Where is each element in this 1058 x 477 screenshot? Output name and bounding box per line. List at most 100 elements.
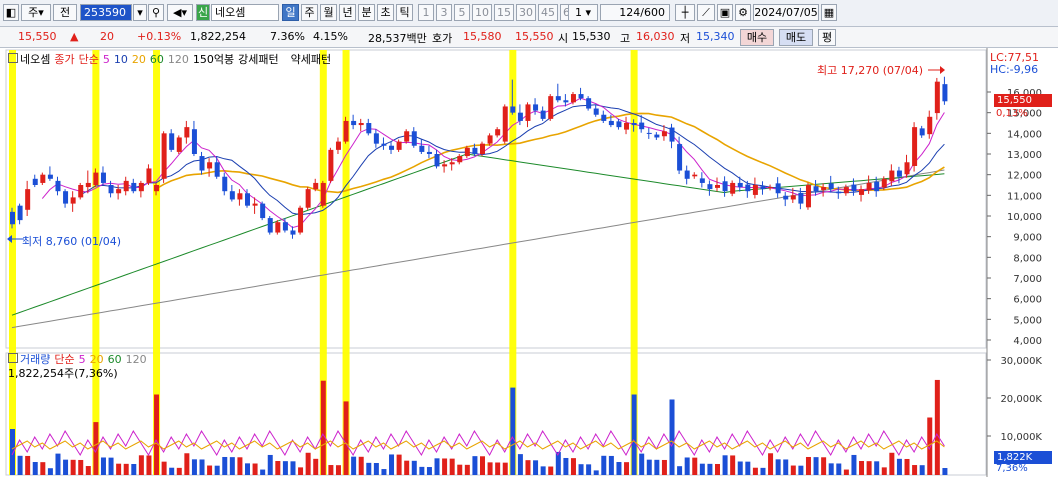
candle-body [654, 134, 660, 138]
volume-bar [169, 467, 175, 475]
minute-button[interactable]: 15 [494, 4, 514, 21]
code-dropdown-icon[interactable]: ▾ [133, 4, 147, 21]
period-button[interactable]: 주 [301, 4, 318, 21]
sound-icon[interactable]: ◀▾ [167, 4, 193, 21]
count-field[interactable]: 124/600 [600, 4, 670, 21]
candle-body [305, 189, 311, 208]
candle-body [684, 170, 690, 179]
volume-bar [866, 461, 872, 475]
highlight-band [9, 50, 16, 475]
volume-bar [889, 452, 895, 475]
turnover-percent: 7.36% [270, 30, 305, 43]
period-button[interactable]: 틱 [396, 4, 413, 21]
trend-icon[interactable]: ⟋ [697, 4, 715, 21]
candle-body [836, 191, 842, 194]
candle-body [525, 104, 531, 121]
candle-body [715, 185, 720, 188]
candle-body [434, 154, 440, 167]
minute-button[interactable]: 3 [436, 4, 452, 21]
period-button[interactable]: 분 [358, 4, 375, 21]
volume-bar [942, 468, 948, 475]
candle-body [752, 185, 758, 195]
credit-badge[interactable]: 신 [196, 4, 210, 21]
candle-body [381, 143, 387, 146]
low-annotation: 최저 8,760 (01/04) [22, 235, 122, 248]
candle-body [881, 178, 887, 188]
candle-body [63, 191, 69, 204]
date-field[interactable]: 2024/07/05 [753, 4, 819, 21]
legend-checkbox[interactable] [8, 53, 18, 63]
volume-bar [760, 467, 766, 475]
legend-ma5: 5 [102, 53, 110, 66]
candle-body [267, 218, 273, 233]
volume-bar [859, 461, 865, 475]
volume-bar [100, 457, 106, 475]
volume-bar [161, 461, 167, 475]
volume-bar [351, 456, 357, 475]
stock-name-field[interactable]: 네오셈 [211, 4, 279, 21]
volume-bar [896, 458, 902, 475]
period-button[interactable]: 초 [377, 4, 394, 21]
period-button[interactable]: 월 [320, 4, 337, 21]
volume-bar [555, 451, 561, 475]
volume-bar [55, 453, 61, 475]
all-button[interactable]: 전 [53, 4, 77, 21]
candle-body [866, 182, 872, 191]
volume-bar [320, 380, 326, 475]
window-menu-icon[interactable]: ◧ [3, 4, 19, 21]
quote-bar: 15,550 ▲ 20 +0.13% 1,822,254 7.36% 4.15%… [0, 27, 1058, 48]
price-tick-label: 11,000 [1007, 191, 1042, 202]
minute-button[interactable]: 45 [538, 4, 558, 21]
legend-bull-pattern: 강세패턴 [238, 53, 279, 66]
candle-body [373, 133, 379, 144]
toolbar: ◧ 주▾ 전 253590 ▾ ⚲ ◀▾ 신 네오셈 일주월년분초틱 1 3 5 10… [0, 0, 1058, 27]
candle-body [677, 144, 683, 171]
candle-body [942, 84, 948, 102]
candle-body [85, 182, 91, 188]
candle-body [351, 120, 357, 126]
volume-legend-checkbox[interactable] [8, 353, 18, 363]
candle-body [47, 174, 53, 179]
market-type-select[interactable]: 주▾ [21, 4, 51, 21]
minute-button[interactable]: 5 [454, 4, 470, 21]
volume-bar [138, 455, 144, 475]
sell-button[interactable]: 매도 [779, 29, 813, 46]
volume-bar [373, 463, 379, 475]
period-button[interactable]: 일 [282, 4, 299, 21]
candle-body [669, 127, 675, 142]
candle-body [169, 133, 175, 150]
period-button[interactable]: 년 [339, 4, 356, 21]
low-price: 15,340 [696, 30, 735, 43]
high-annotation: 최고 17,270 (07/04) [817, 64, 924, 77]
save-icon[interactable]: ▣ [717, 4, 733, 21]
volume-legend-ma120: 120 [125, 353, 147, 366]
candle-body [138, 182, 144, 192]
volume-bar [570, 458, 576, 475]
candle-body [123, 180, 129, 192]
volume-bar [677, 466, 683, 475]
candle-body [335, 141, 341, 150]
stock-code-input[interactable]: 253590 [80, 4, 132, 21]
volume-bar [874, 461, 880, 475]
price-tick-label: 12,000 [1007, 171, 1042, 182]
volume-bar [699, 463, 705, 475]
minute-button[interactable]: 10 [472, 4, 492, 21]
minute-button[interactable]: 30 [516, 4, 536, 21]
gear-icon[interactable]: ⚙ [735, 4, 751, 21]
candle-body [245, 193, 250, 206]
minute-button[interactable]: 1 [418, 4, 434, 21]
volume-bar [199, 459, 205, 475]
candle-body [730, 182, 736, 194]
candlestick-chart[interactable]: 16,00015,00014,00013,00012,00011,00010,0… [0, 48, 1058, 477]
interval-select[interactable]: 1 ▾ [568, 4, 598, 21]
candle-body [699, 178, 705, 183]
buy-button[interactable]: 매수 [740, 29, 774, 46]
candle-icon[interactable]: ┼ [675, 4, 695, 21]
volume-bar [229, 457, 235, 475]
candle-body [896, 170, 902, 177]
eval-button[interactable]: 평 [818, 29, 836, 46]
calendar-icon[interactable]: ▦ [821, 4, 837, 21]
search-icon[interactable]: ⚲ [148, 4, 164, 21]
price-change: 20 [100, 30, 114, 43]
volume-bar [78, 459, 84, 475]
